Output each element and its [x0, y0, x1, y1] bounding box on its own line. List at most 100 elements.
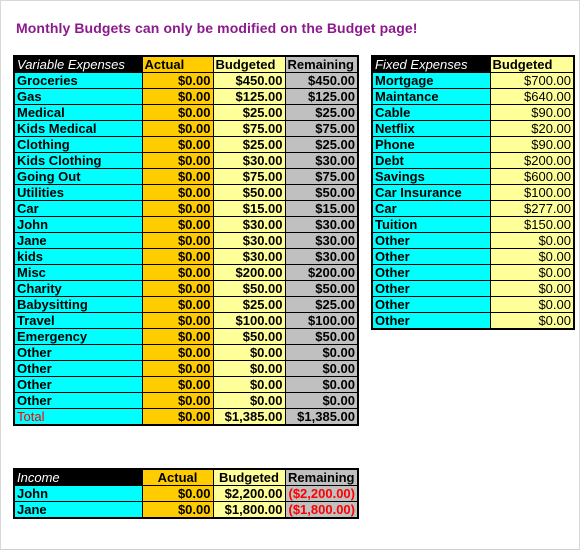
- remaining-cell[interactable]: $125.00: [284, 88, 359, 105]
- budgeted-cell[interactable]: $0.00: [212, 360, 286, 377]
- fixed-expense-name-cell[interactable]: Phone: [371, 136, 491, 153]
- header-variable-expenses[interactable]: Variable Expenses: [13, 55, 143, 73]
- actual-cell[interactable]: $0.00: [141, 232, 214, 249]
- budgeted-cell[interactable]: $30.00: [212, 152, 286, 169]
- remaining-cell[interactable]: $50.00: [284, 328, 359, 345]
- fixed-expense-name-cell[interactable]: Car Insurance: [371, 184, 491, 201]
- remaining-cell[interactable]: $0.00: [284, 344, 359, 361]
- actual-cell[interactable]: $0.00: [141, 104, 214, 121]
- header-income-actual[interactable]: Actual: [141, 468, 214, 486]
- fixed-budgeted-cell[interactable]: $0.00: [489, 296, 575, 313]
- remaining-cell[interactable]: $200.00: [284, 264, 359, 281]
- actual-cell[interactable]: $0.00: [141, 296, 214, 313]
- remaining-cell[interactable]: $30.00: [284, 152, 359, 169]
- remaining-cell[interactable]: $30.00: [284, 216, 359, 233]
- expense-name-cell[interactable]: Charity: [13, 280, 143, 297]
- income-remaining-cell[interactable]: ($2,200.00): [284, 485, 359, 502]
- remaining-cell[interactable]: $25.00: [284, 104, 359, 121]
- expense-name-cell[interactable]: Clothing: [13, 136, 143, 153]
- budgeted-cell[interactable]: $30.00: [212, 232, 286, 249]
- expense-name-cell[interactable]: Other: [13, 376, 143, 393]
- fixed-budgeted-cell[interactable]: $90.00: [489, 104, 575, 121]
- remaining-cell[interactable]: $25.00: [284, 136, 359, 153]
- expense-name-cell[interactable]: Misc: [13, 264, 143, 281]
- budgeted-cell[interactable]: $15.00: [212, 200, 286, 217]
- fixed-expense-name-cell[interactable]: Netflix: [371, 120, 491, 137]
- budgeted-cell[interactable]: $0.00: [212, 344, 286, 361]
- expense-name-cell[interactable]: Going Out: [13, 168, 143, 185]
- fixed-budgeted-cell[interactable]: $0.00: [489, 248, 575, 265]
- fixed-budgeted-cell[interactable]: $0.00: [489, 264, 575, 281]
- remaining-cell[interactable]: $30.00: [284, 232, 359, 249]
- actual-cell[interactable]: $0.00: [141, 216, 214, 233]
- actual-cell[interactable]: $0.00: [141, 312, 214, 329]
- fixed-budgeted-cell[interactable]: $0.00: [489, 312, 575, 330]
- budgeted-cell[interactable]: $200.00: [212, 264, 286, 281]
- header-income-remaining[interactable]: Remaining: [284, 468, 359, 486]
- remaining-cell[interactable]: $0.00: [284, 376, 359, 393]
- remaining-cell[interactable]: $25.00: [284, 296, 359, 313]
- fixed-budgeted-cell[interactable]: $0.00: [489, 280, 575, 297]
- fixed-budgeted-cell[interactable]: $0.00: [489, 232, 575, 249]
- income-remaining-cell[interactable]: ($1,800.00): [284, 501, 359, 519]
- budgeted-cell[interactable]: $30.00: [212, 248, 286, 265]
- actual-cell[interactable]: $0.00: [141, 360, 214, 377]
- budgeted-cell[interactable]: $30.00: [212, 216, 286, 233]
- income-budgeted-cell[interactable]: $1,800.00: [212, 501, 286, 519]
- header-fixed-budgeted[interactable]: Budgeted: [489, 55, 575, 73]
- fixed-expense-name-cell[interactable]: Other: [371, 312, 491, 330]
- fixed-expense-name-cell[interactable]: Other: [371, 296, 491, 313]
- fixed-budgeted-cell[interactable]: $700.00: [489, 72, 575, 89]
- budgeted-cell[interactable]: $25.00: [212, 104, 286, 121]
- actual-cell[interactable]: $0.00: [141, 392, 214, 409]
- fixed-budgeted-cell[interactable]: $20.00: [489, 120, 575, 137]
- budgeted-cell[interactable]: $450.00: [212, 72, 286, 89]
- actual-cell[interactable]: $0.00: [141, 264, 214, 281]
- header-budgeted[interactable]: Budgeted: [212, 55, 286, 73]
- budgeted-cell[interactable]: $125.00: [212, 88, 286, 105]
- actual-cell[interactable]: $0.00: [141, 328, 214, 345]
- expense-name-cell[interactable]: Travel: [13, 312, 143, 329]
- expense-name-cell[interactable]: Utilities: [13, 184, 143, 201]
- total-remaining[interactable]: $1,385.00: [284, 408, 359, 426]
- actual-cell[interactable]: $0.00: [141, 200, 214, 217]
- income-actual-cell[interactable]: $0.00: [141, 501, 214, 519]
- remaining-cell[interactable]: $50.00: [284, 184, 359, 201]
- fixed-expense-name-cell[interactable]: Other: [371, 232, 491, 249]
- actual-cell[interactable]: $0.00: [141, 184, 214, 201]
- total-budgeted[interactable]: $1,385.00: [212, 408, 286, 426]
- fixed-budgeted-cell[interactable]: $600.00: [489, 168, 575, 185]
- remaining-cell[interactable]: $75.00: [284, 120, 359, 137]
- fixed-expense-name-cell[interactable]: Tuition: [371, 216, 491, 233]
- expense-name-cell[interactable]: Jane: [13, 232, 143, 249]
- actual-cell[interactable]: $0.00: [141, 72, 214, 89]
- fixed-expense-name-cell[interactable]: Other: [371, 280, 491, 297]
- remaining-cell[interactable]: $30.00: [284, 248, 359, 265]
- expense-name-cell[interactable]: Medical: [13, 104, 143, 121]
- header-income-budgeted[interactable]: Budgeted: [212, 468, 286, 486]
- budgeted-cell[interactable]: $75.00: [212, 120, 286, 137]
- fixed-budgeted-cell[interactable]: $277.00: [489, 200, 575, 217]
- total-label[interactable]: Total: [13, 408, 143, 426]
- budgeted-cell[interactable]: $0.00: [212, 376, 286, 393]
- income-name-cell[interactable]: Jane: [13, 501, 143, 519]
- fixed-expense-name-cell[interactable]: Mortgage: [371, 72, 491, 89]
- budgeted-cell[interactable]: $50.00: [212, 280, 286, 297]
- actual-cell[interactable]: $0.00: [141, 136, 214, 153]
- total-actual[interactable]: $0.00: [141, 408, 214, 426]
- actual-cell[interactable]: $0.00: [141, 88, 214, 105]
- expense-name-cell[interactable]: kids: [13, 248, 143, 265]
- expense-name-cell[interactable]: Kids Medical: [13, 120, 143, 137]
- actual-cell[interactable]: $0.00: [141, 376, 214, 393]
- expense-name-cell[interactable]: Kids Clothing: [13, 152, 143, 169]
- actual-cell[interactable]: $0.00: [141, 120, 214, 137]
- fixed-expense-name-cell[interactable]: Car: [371, 200, 491, 217]
- actual-cell[interactable]: $0.00: [141, 168, 214, 185]
- fixed-budgeted-cell[interactable]: $640.00: [489, 88, 575, 105]
- budgeted-cell[interactable]: $75.00: [212, 168, 286, 185]
- fixed-expense-name-cell[interactable]: Other: [371, 264, 491, 281]
- budgeted-cell[interactable]: $25.00: [212, 296, 286, 313]
- fixed-expense-name-cell[interactable]: Savings: [371, 168, 491, 185]
- header-actual[interactable]: Actual: [141, 55, 214, 73]
- actual-cell[interactable]: $0.00: [141, 344, 214, 361]
